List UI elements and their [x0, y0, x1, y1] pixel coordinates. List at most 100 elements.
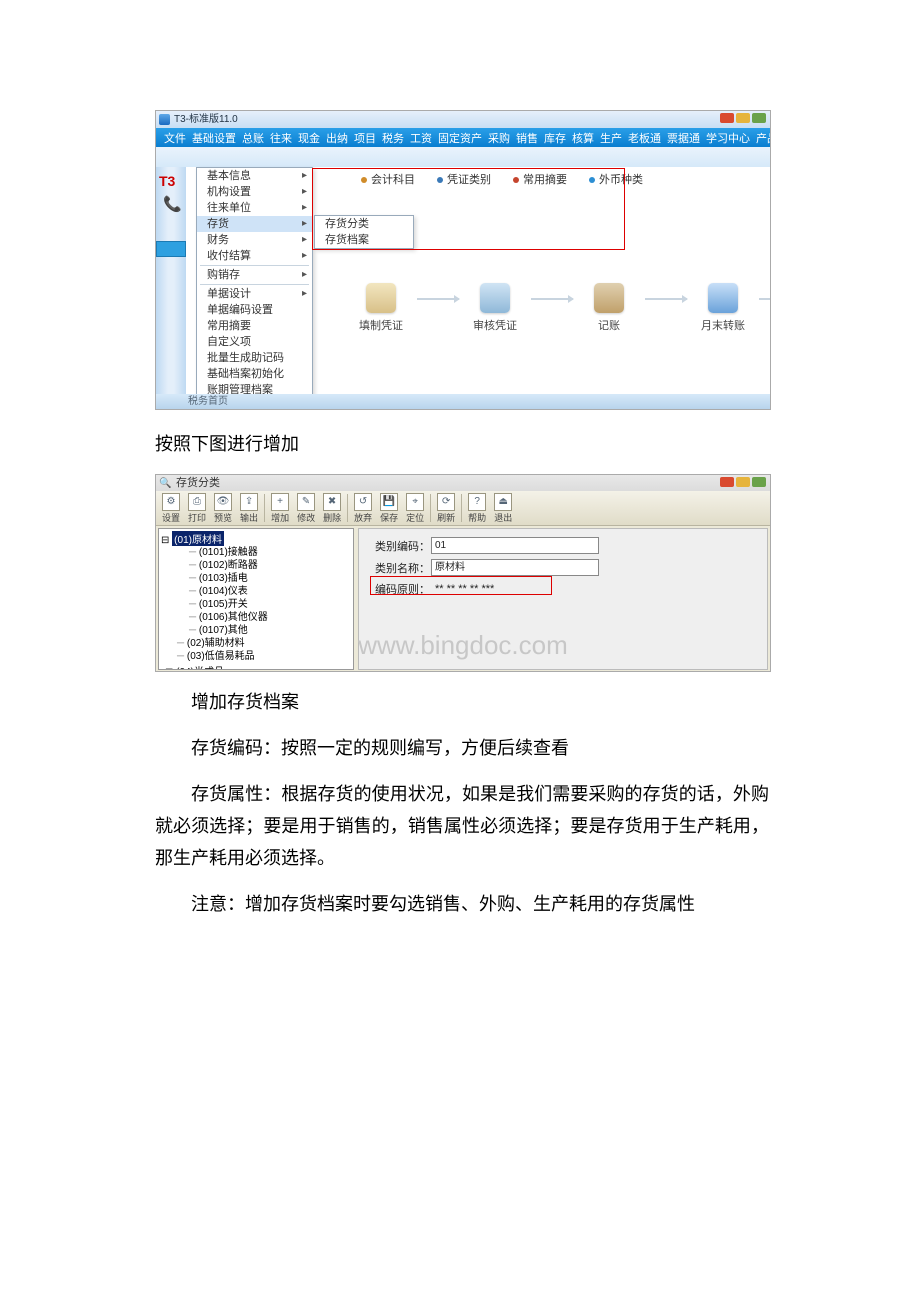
window-titlebar: 存货分类 [156, 475, 770, 491]
menu-cash[interactable]: 现金 [298, 130, 320, 146]
traffic-light-icon[interactable] [720, 113, 734, 123]
name-input[interactable]: 原材料 [431, 559, 599, 576]
traffic-light-icon[interactable] [736, 113, 750, 123]
traffic-light-icon[interactable] [752, 113, 766, 123]
tree-root[interactable]: (01)原材料 [172, 531, 224, 546]
menu-item-finance[interactable]: 财务 [197, 232, 312, 248]
tree-item[interactable]: (0102)断路器 [161, 559, 351, 572]
menu-cashier[interactable]: 出纳 [326, 130, 348, 146]
menubar[interactable]: 文件 基础设置 总账 往来 现金 出纳 项目 税务 工资 固定资产 采购 销售 … [156, 128, 770, 147]
workflow-label: 月末转账 [701, 317, 745, 333]
menu-inventory[interactable]: 库存 [544, 130, 566, 146]
menu-item-custom-items[interactable]: 自定义项 [197, 334, 312, 350]
menu-salary[interactable]: 工资 [410, 130, 432, 146]
tbtn-preview[interactable]: 👁预览 [210, 492, 236, 524]
phone-icon: 📞 [163, 195, 182, 213]
menu-basic-settings[interactable]: 基础设置 [192, 130, 236, 146]
menu-item-inventory[interactable]: 存货 [197, 216, 312, 232]
tree-item[interactable]: (04)半成品 [176, 667, 224, 670]
menu-item-receipt-settle[interactable]: 收付结算 [197, 248, 312, 264]
tbtn-save[interactable]: 💾保存 [376, 492, 402, 524]
menu-contacts[interactable]: 往来 [270, 130, 292, 146]
menu-fixed-assets[interactable]: 固定资产 [438, 130, 482, 146]
category-tree[interactable]: ⊟ (01)原材料 (0101)接触器 (0102)断路器 (0103)插电 (… [158, 528, 354, 670]
paragraph: 按照下图进行增加 [155, 428, 769, 460]
menu-item-psi[interactable]: 购销存 [197, 267, 312, 283]
menu-boss[interactable]: 老板通 [628, 130, 661, 146]
submenu-item-inventory-category[interactable]: 存货分类 [315, 216, 413, 232]
basic-settings-dropdown: 基本信息 机构设置 往来单位 存货 财务 收付结算 购销存 单据设计 单据编码设… [196, 167, 313, 410]
workflow-node-audit-voucher[interactable]: 审核凭证 [465, 283, 525, 333]
workflow-node-fill-voucher[interactable]: 填制凭证 [351, 283, 411, 333]
tbtn-help[interactable]: ?帮助 [464, 492, 490, 524]
tbtn-export[interactable]: ⇪输出 [236, 492, 262, 524]
window-controls [720, 477, 766, 487]
status-text: 税务首页 [188, 396, 228, 407]
tree-item[interactable]: (0101)接触器 [161, 546, 351, 559]
tree-item[interactable]: (0106)其他仪器 [161, 611, 351, 624]
tbtn-exit[interactable]: ⏏退出 [490, 492, 516, 524]
menu-product-service[interactable]: 产品服务 [756, 130, 771, 146]
workflow-label: 记账 [598, 317, 620, 333]
undo-icon: ↺ [354, 493, 372, 511]
tbtn-locate[interactable]: ⌖定位 [402, 492, 428, 524]
paragraph: 注意：增加存货档案时要勾选销售、外购、生产耗用的存货属性 [155, 888, 769, 920]
menu-item-doc-code[interactable]: 单据编码设置 [197, 302, 312, 318]
menu-learning[interactable]: 学习中心 [706, 130, 750, 146]
tbtn-abandon[interactable]: ↺放弃 [350, 492, 376, 524]
quick-link-common-summary[interactable]: 常用摘要 [513, 171, 567, 187]
tree-item[interactable]: (0105)开关 [161, 598, 351, 611]
quick-link-foreign-currency[interactable]: 外币种类 [589, 171, 643, 187]
traffic-light-icon[interactable] [736, 477, 750, 487]
workflow-node-month-transfer[interactable]: 月末转账 [693, 283, 753, 333]
tree-item[interactable]: (02)辅助材料 [161, 637, 351, 650]
menu-sales[interactable]: 销售 [516, 130, 538, 146]
tree-item[interactable]: (03)低值易耗品 [161, 650, 351, 663]
tbtn-edit[interactable]: ✎修改 [293, 492, 319, 524]
menu-bills[interactable]: 票据通 [667, 130, 700, 146]
paragraph: 存货编码：按照一定的规则编写，方便后续查看 [155, 732, 769, 764]
gear-icon: ⚙ [162, 493, 180, 511]
quick-link-voucher-category[interactable]: 凭证类别 [437, 171, 491, 187]
menu-item-org-settings[interactable]: 机构设置 [197, 184, 312, 200]
tbtn-print[interactable]: ⎙打印 [184, 492, 210, 524]
menu-tax[interactable]: 税务 [382, 130, 404, 146]
menu-item-common-summary[interactable]: 常用摘要 [197, 318, 312, 334]
menu-project[interactable]: 项目 [354, 130, 376, 146]
menu-item-doc-design[interactable]: 单据设计 [197, 286, 312, 302]
code-label: 类别编码： [375, 538, 431, 554]
window-controls [720, 113, 766, 123]
menu-general-ledger[interactable]: 总账 [242, 130, 264, 146]
menu-costing[interactable]: 核算 [572, 130, 594, 146]
tbtn-delete[interactable]: ✖删除 [319, 492, 345, 524]
tree-item[interactable]: (0107)其他 [161, 624, 351, 637]
sidebar: T3 📞 [156, 167, 186, 409]
menu-item-biz-contacts[interactable]: 往来单位 [197, 200, 312, 216]
tbtn-refresh[interactable]: ⟳刷新 [433, 492, 459, 524]
inventory-category-screenshot: 存货分类 ⚙设置 ⎙打印 👁预览 ⇪输出 +增加 ✎修改 ✖删除 ↺放弃 💾保存… [155, 474, 771, 672]
workflow-label: 审核凭证 [473, 317, 517, 333]
menu-item-batch-mnemonic[interactable]: 批量生成助记码 [197, 350, 312, 366]
workflow-node-posting[interactable]: 记账 [579, 283, 639, 333]
menu-item-basic-info[interactable]: 基本信息 [197, 168, 312, 184]
menu-file[interactable]: 文件 [164, 130, 186, 146]
traffic-light-icon[interactable] [752, 477, 766, 487]
code-input[interactable]: 01 [431, 537, 599, 554]
plus-icon: + [271, 493, 289, 511]
tbtn-settings[interactable]: ⚙设置 [158, 492, 184, 524]
export-icon: ⇪ [240, 493, 258, 511]
submenu-item-inventory-file[interactable]: 存货档案 [315, 232, 413, 248]
tbtn-add[interactable]: +增加 [267, 492, 293, 524]
rule-label: 编码原则： [375, 581, 431, 597]
menu-item-base-init[interactable]: 基础档案初始化 [197, 366, 312, 382]
menu-production[interactable]: 生产 [600, 130, 622, 146]
tree-item[interactable]: (0103)插电 [161, 572, 351, 585]
tree-item[interactable]: (0104)仪表 [161, 585, 351, 598]
menu-purchase[interactable]: 采购 [488, 130, 510, 146]
arrow-icon [417, 298, 459, 300]
window-title: 存货分类 [176, 477, 220, 489]
print-icon: ⎙ [188, 493, 206, 511]
audit-icon [480, 283, 510, 313]
traffic-light-icon[interactable] [720, 477, 734, 487]
quick-link-account-subject[interactable]: 会计科目 [361, 171, 415, 187]
